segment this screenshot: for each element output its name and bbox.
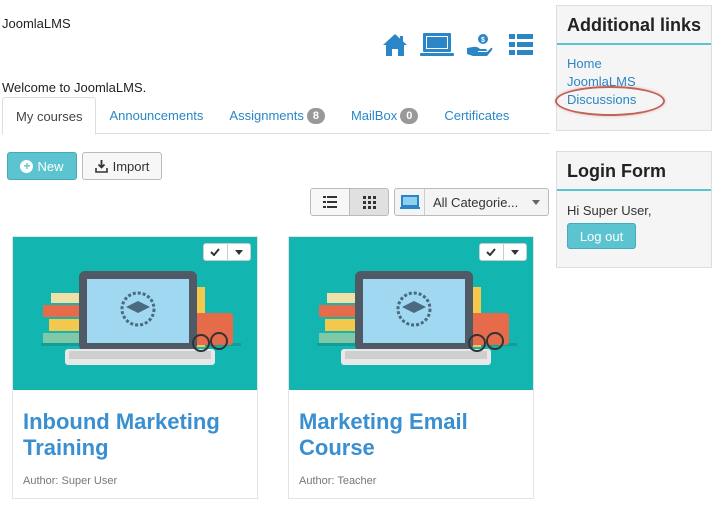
monitor-icon[interactable] bbox=[420, 30, 454, 60]
tab-mailbox[interactable]: MailBox 0 bbox=[338, 97, 431, 134]
tab-certificates[interactable]: Certificates bbox=[431, 97, 522, 134]
download-icon bbox=[94, 159, 108, 173]
tab-announcements[interactable]: Announcements bbox=[96, 97, 216, 134]
panel-title: Login Form bbox=[557, 152, 711, 191]
tab-my-courses[interactable]: My courses bbox=[2, 97, 97, 135]
checkmark-icon bbox=[480, 244, 503, 260]
category-monitor-icon bbox=[395, 189, 425, 215]
site-brand: JoomlaLMS bbox=[2, 16, 71, 31]
tab-label: My courses bbox=[16, 108, 83, 124]
additional-links-panel: Additional links Home JoomlaLMS Discussi… bbox=[556, 5, 712, 131]
logout-button[interactable]: Log out bbox=[567, 223, 636, 249]
new-label: New bbox=[37, 158, 64, 174]
course-actions-dropdown[interactable] bbox=[479, 243, 527, 261]
checkmark-icon bbox=[204, 244, 227, 260]
chevron-down-icon bbox=[532, 199, 540, 205]
chevron-down-icon bbox=[226, 244, 251, 260]
hand-coin-icon[interactable]: $ bbox=[462, 30, 496, 60]
course-thumbnail[interactable] bbox=[289, 237, 533, 390]
course-card: Marketing Email Course Author: Teacher bbox=[288, 236, 534, 499]
sidebar-link-home[interactable]: Home bbox=[567, 55, 701, 73]
count-badge: 8 bbox=[306, 107, 325, 124]
grid-view-button[interactable] bbox=[349, 189, 388, 215]
panel-title: Additional links bbox=[557, 6, 711, 45]
user-greeting: Hi Super User, bbox=[567, 203, 652, 218]
new-course-button[interactable]: + New bbox=[7, 152, 77, 180]
home-icon[interactable] bbox=[378, 30, 412, 60]
tab-label: Certificates bbox=[444, 108, 510, 123]
login-form-panel: Login Form Hi Super User, Log out bbox=[556, 151, 712, 268]
count-badge: 0 bbox=[400, 107, 419, 124]
tab-assignments[interactable]: Assignments 8 bbox=[216, 97, 338, 134]
course-author: Author: Super User bbox=[23, 475, 118, 487]
svg-text:$: $ bbox=[481, 37, 485, 44]
course-title[interactable]: Marketing Email Course bbox=[299, 409, 525, 461]
category-selected-value: All Categorie... bbox=[433, 194, 519, 210]
course-title[interactable]: Inbound Marketing Training bbox=[23, 409, 249, 461]
grid-view-icon bbox=[362, 195, 376, 209]
course-thumbnail[interactable] bbox=[13, 237, 257, 390]
sidebar-link-discussions[interactable]: Discussions bbox=[567, 91, 701, 109]
category-select[interactable]: All Categorie... bbox=[394, 188, 549, 216]
tab-label: Assignments bbox=[229, 108, 304, 123]
list-view-icon bbox=[323, 196, 337, 208]
chevron-down-icon bbox=[502, 244, 527, 260]
tab-label: Announcements bbox=[109, 108, 204, 123]
list-view-button[interactable] bbox=[311, 189, 349, 215]
tab-label: MailBox bbox=[350, 108, 398, 123]
plus-circle-icon: + bbox=[20, 159, 34, 173]
sidebar-link-joomlalms[interactable]: JoomlaLMS bbox=[567, 73, 701, 91]
welcome-message: Welcome to JoomlaLMS. bbox=[2, 80, 147, 95]
top-toolbar: $ bbox=[378, 30, 546, 60]
course-card: Inbound Marketing Training Author: Super… bbox=[12, 236, 258, 499]
list-icon[interactable] bbox=[504, 30, 538, 60]
import-label: Import bbox=[112, 158, 150, 174]
course-author: Author: Teacher bbox=[299, 475, 377, 487]
import-button[interactable]: Import bbox=[82, 152, 162, 180]
view-toggle bbox=[310, 188, 389, 216]
course-tabs: My courses Announcements Assignments 8 Ma… bbox=[2, 97, 550, 135]
course-actions-dropdown[interactable] bbox=[203, 243, 251, 261]
